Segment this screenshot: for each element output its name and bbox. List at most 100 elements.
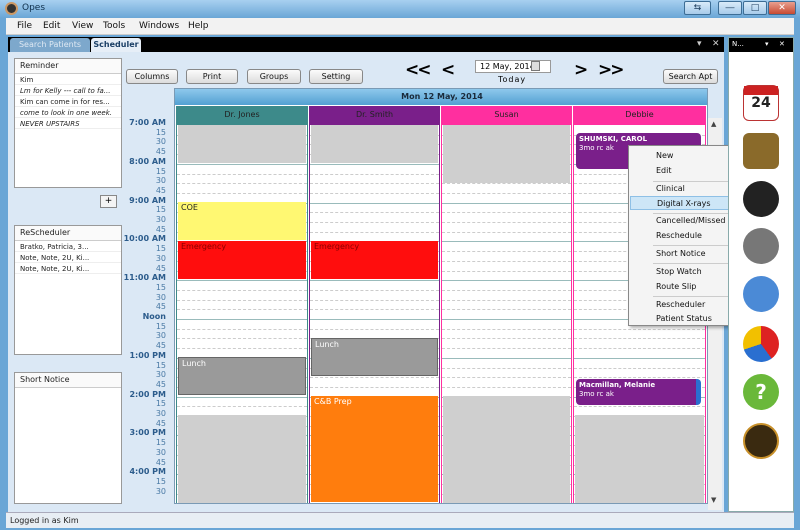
today-button[interactable]: Today bbox=[498, 75, 526, 84]
grid-line bbox=[310, 280, 439, 282]
tab-pin-icon[interactable]: ▾ bbox=[697, 39, 702, 49]
column-header-dr-jones[interactable]: Dr. Jones bbox=[176, 106, 308, 124]
emergency-block[interactable]: Emergency bbox=[311, 241, 438, 279]
prev-day-button[interactable]: < bbox=[441, 60, 455, 80]
cb-prep-block[interactable]: C&B Prep bbox=[311, 396, 438, 502]
reminder-line[interactable]: Lm for Kelly --- call to fa... bbox=[15, 85, 121, 96]
grid-line bbox=[442, 503, 571, 504]
prev-week-button[interactable]: << bbox=[405, 60, 431, 80]
blocked-time bbox=[443, 396, 570, 503]
grid-line bbox=[442, 377, 571, 379]
time-label: 10:00 AM bbox=[123, 234, 166, 244]
columns-button[interactable]: Columns bbox=[126, 69, 178, 84]
tab-close-icon[interactable]: ✕ bbox=[712, 39, 720, 49]
grid-line bbox=[177, 348, 307, 350]
panel-pin-icon[interactable]: ▾ bbox=[765, 40, 769, 48]
reminder-line[interactable]: Kim can come in for res... bbox=[15, 96, 121, 107]
gear-icon[interactable] bbox=[743, 228, 779, 264]
app-logo-icon bbox=[5, 2, 18, 15]
maximize-button[interactable]: □ bbox=[743, 1, 767, 15]
menu-edit[interactable]: Edit bbox=[43, 21, 60, 31]
grid-line bbox=[177, 338, 307, 340]
column-dr-jones[interactable]: COE Emergency Lunch bbox=[176, 124, 308, 503]
grid-line bbox=[310, 163, 439, 165]
lunch-block[interactable]: Lunch bbox=[178, 357, 306, 395]
scroll-down-icon[interactable]: ▼ bbox=[711, 496, 716, 504]
blocked-time bbox=[575, 415, 704, 503]
close-button[interactable]: ✕ bbox=[768, 1, 796, 15]
menu-view[interactable]: View bbox=[72, 21, 93, 31]
setting-button[interactable]: Setting bbox=[309, 69, 363, 84]
grid-line bbox=[310, 319, 439, 320]
rescheduler-item[interactable]: Note, Note, 2U, Ki... bbox=[15, 252, 121, 263]
minimize-button[interactable]: ― bbox=[718, 1, 742, 15]
time-label: 45 bbox=[155, 263, 166, 273]
menu-windows[interactable]: Windows bbox=[139, 21, 179, 31]
next-week-button[interactable]: >> bbox=[598, 60, 624, 80]
reminder-line[interactable]: come to look in one week. bbox=[15, 107, 121, 118]
add-reminder-button[interactable]: + bbox=[100, 195, 117, 208]
grid-line bbox=[310, 386, 439, 388]
grid-line bbox=[310, 289, 439, 291]
reminder-line[interactable]: Kim bbox=[15, 74, 121, 85]
reminder-line[interactable]: NEVER UPSTAIRS bbox=[15, 118, 121, 129]
tab-search-patients[interactable]: Search Patients bbox=[10, 38, 90, 52]
reminder-panel: Reminder Kim Lm for Kelly --- call to fa… bbox=[14, 58, 122, 188]
time-label: Noon bbox=[142, 312, 166, 321]
grid-line bbox=[310, 299, 439, 301]
users-icon[interactable] bbox=[743, 276, 779, 312]
calendar-icon[interactable]: 24 bbox=[743, 85, 779, 121]
status-bar: Logged in as Kim bbox=[6, 512, 794, 528]
blocked-time bbox=[443, 125, 570, 183]
column-dr-smith[interactable]: Emergency Lunch C&B Prep bbox=[309, 124, 440, 504]
appointment-card[interactable]: Macmillan, Melanie 3mo rc ak bbox=[576, 379, 701, 405]
pie-chart-icon[interactable] bbox=[743, 326, 779, 362]
grid-line bbox=[574, 357, 705, 359]
time-label: 15 bbox=[155, 127, 166, 137]
date-dropdown-icon[interactable] bbox=[531, 61, 540, 71]
grid-line bbox=[442, 338, 571, 340]
column-header-dr-smith[interactable]: Dr. Smith bbox=[309, 106, 440, 124]
grid-line bbox=[442, 202, 571, 204]
menu-file[interactable]: File bbox=[17, 21, 32, 31]
time-label: 9:00 AM bbox=[129, 195, 166, 205]
grid-line bbox=[310, 222, 439, 223]
column-susan[interactable] bbox=[441, 124, 572, 504]
panel-close-icon[interactable]: ✕ bbox=[779, 40, 785, 48]
scroll-up-icon[interactable]: ▲ bbox=[711, 120, 716, 128]
navigation-panel: N... ▾ ✕ 24 ? bbox=[728, 37, 794, 512]
grid-line bbox=[442, 299, 571, 301]
chart-icon[interactable] bbox=[743, 133, 779, 169]
groups-button[interactable]: Groups bbox=[247, 69, 301, 84]
print-button[interactable]: Print bbox=[186, 69, 238, 84]
back-button[interactable]: ⇆ bbox=[684, 1, 711, 15]
grid-line bbox=[310, 309, 439, 311]
tab-scheduler[interactable]: Scheduler bbox=[91, 38, 141, 52]
menu-help[interactable]: Help bbox=[188, 21, 209, 31]
column-header-susan[interactable]: Susan bbox=[441, 106, 572, 124]
reminder-title: Reminder bbox=[15, 59, 121, 74]
grid-line bbox=[310, 328, 439, 330]
time-label: 30 bbox=[155, 370, 166, 380]
time-label: 30 bbox=[155, 409, 166, 418]
coe-block[interactable]: COE bbox=[178, 202, 306, 240]
emergency-block[interactable]: Emergency bbox=[178, 241, 306, 279]
grid-line bbox=[574, 328, 705, 330]
column-header-debbie[interactable]: Debbie bbox=[573, 106, 706, 124]
rescheduler-item[interactable]: Bratko, Patricia, 3... bbox=[15, 241, 121, 252]
rescheduler-item[interactable]: Note, Note, 2U, Ki... bbox=[15, 263, 121, 274]
grid-line bbox=[177, 183, 307, 185]
lion-logo-icon[interactable] bbox=[743, 423, 779, 459]
grid-line bbox=[574, 367, 705, 369]
phone-icon[interactable] bbox=[743, 181, 779, 217]
grid-line bbox=[310, 503, 439, 504]
appointment-name: Macmillan, Melanie bbox=[579, 381, 656, 389]
next-day-button[interactable]: > bbox=[574, 60, 588, 80]
lunch-block[interactable]: Lunch bbox=[311, 338, 438, 376]
search-apt-button[interactable]: Search Apt bbox=[663, 69, 718, 84]
help-icon[interactable]: ? bbox=[743, 374, 779, 410]
grid-line bbox=[442, 386, 571, 388]
calendar-day: 24 bbox=[751, 95, 771, 111]
menu-tools[interactable]: Tools bbox=[103, 21, 125, 31]
time-label: 11:00 AM bbox=[123, 273, 166, 283]
